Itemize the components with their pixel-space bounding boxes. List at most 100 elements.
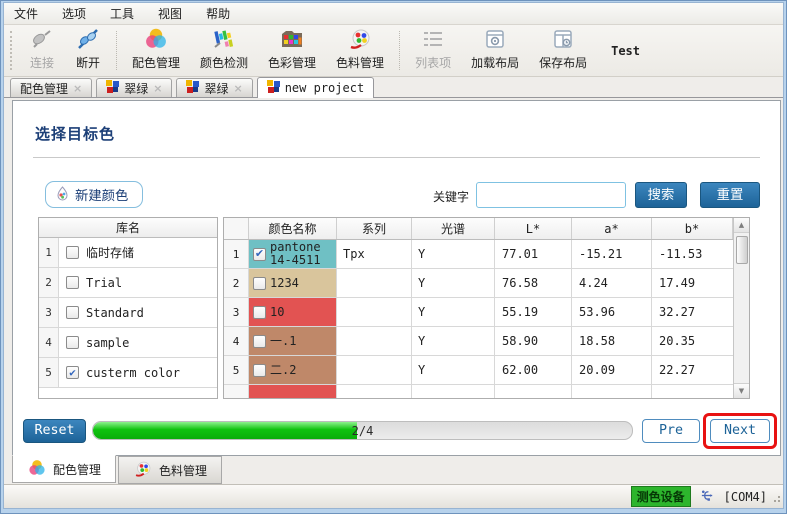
pre-button[interactable]: Pre bbox=[642, 419, 700, 443]
device-status-badge: 测色设备 bbox=[631, 486, 691, 507]
checkbox[interactable] bbox=[253, 364, 266, 377]
load-layout-button[interactable]: 加载布局 bbox=[461, 25, 529, 76]
checkbox[interactable] bbox=[66, 366, 79, 379]
library-name: custerm color bbox=[86, 366, 180, 380]
L-value: 55.19 bbox=[495, 298, 572, 326]
connect-button[interactable]: 连接 bbox=[19, 25, 65, 76]
next-button[interactable]: Next bbox=[710, 419, 770, 443]
row-number bbox=[224, 385, 249, 399]
checkbox[interactable] bbox=[253, 306, 266, 319]
app-window: 文件 选项 工具 视图 帮助 连接 断开 配色管理 bbox=[0, 0, 787, 514]
library-name: Trial bbox=[86, 276, 122, 290]
tab-label: 翠绿 bbox=[124, 80, 148, 97]
table-row[interactable]: 1 临时存储 bbox=[39, 238, 217, 268]
new-color-button[interactable]: 新建颜色 bbox=[45, 181, 143, 208]
table-row[interactable]: 4 一.1 Y 58.90 18.58 20.35 bbox=[224, 327, 749, 356]
table-row[interactable]: 5 custerm color bbox=[39, 358, 217, 388]
table-row[interactable]: 1 pantone 14-4511 Tpx Y 77.01 -15.21 -11… bbox=[224, 240, 749, 269]
table-row[interactable]: 3 Standard bbox=[39, 298, 217, 328]
a-value: 20.09 bbox=[572, 356, 652, 384]
table-row[interactable]: 2 Trial bbox=[39, 268, 217, 298]
save-layout-button[interactable]: 保存布局 bbox=[529, 25, 597, 76]
scrollbar-thumb[interactable] bbox=[736, 236, 748, 264]
layout-save-icon bbox=[550, 26, 576, 52]
checkbox[interactable] bbox=[66, 306, 79, 319]
colorant-management-button[interactable]: 色料管理 bbox=[326, 25, 394, 76]
color-swatch-cell[interactable]: 1234 bbox=[249, 269, 337, 297]
table-row[interactable]: 5 二.2 Y 62.00 20.09 22.27 bbox=[224, 356, 749, 385]
color-swatch-cell[interactable]: 10 bbox=[249, 298, 337, 326]
color-swatch-cell[interactable]: 二.2 bbox=[249, 356, 337, 384]
list-icon bbox=[420, 26, 446, 52]
scroll-down-icon[interactable]: ▼ bbox=[734, 383, 750, 398]
vertical-scrollbar[interactable]: ▲ ▼ bbox=[733, 218, 749, 398]
menu-view[interactable]: 视图 bbox=[158, 5, 182, 22]
checkbox[interactable] bbox=[66, 276, 79, 289]
toolbar-item-label: 断开 bbox=[76, 54, 100, 71]
tab-cuilv-2[interactable]: 翠绿 × bbox=[176, 78, 252, 97]
color-swatch-cell bbox=[249, 385, 337, 399]
color-management-button[interactable]: 色彩管理 bbox=[258, 25, 326, 76]
resize-grip[interactable] bbox=[771, 492, 781, 506]
toolbar-item-label: 色彩管理 bbox=[268, 54, 316, 71]
tab-cuilv-1[interactable]: 翠绿 × bbox=[96, 78, 172, 97]
bottom-tab-bar: 配色管理 色料管理 bbox=[12, 456, 773, 486]
cmy-circles-icon bbox=[143, 26, 169, 52]
color-swatch-cell[interactable]: 一.1 bbox=[249, 327, 337, 355]
list-items-button[interactable]: 列表项 bbox=[405, 25, 461, 76]
disconnect-button[interactable]: 断开 bbox=[65, 25, 111, 76]
reset-cn-button[interactable]: 重置 bbox=[700, 182, 760, 208]
document-tab-bar: 配色管理 × 翠绿 × 翠绿 × new project bbox=[4, 77, 783, 98]
search-button[interactable]: 搜索 bbox=[635, 182, 687, 208]
close-icon[interactable]: × bbox=[153, 82, 162, 95]
bottom-tab-colorant[interactable]: 色料管理 bbox=[118, 456, 222, 484]
library-table: 库名 1 临时存储 2 Trial 3 Standard 4 sample 5 … bbox=[38, 217, 218, 399]
toolbar-grip bbox=[10, 31, 15, 70]
a-value: 4.24 bbox=[572, 269, 652, 297]
checkbox[interactable] bbox=[253, 248, 266, 261]
header-spectrum: 光谱 bbox=[412, 218, 495, 239]
checkbox[interactable] bbox=[66, 336, 79, 349]
row-number: 2 bbox=[224, 269, 249, 297]
row-number: 2 bbox=[39, 268, 59, 297]
menu-help[interactable]: 帮助 bbox=[206, 5, 230, 22]
table-row[interactable]: 4 sample bbox=[39, 328, 217, 358]
close-icon[interactable]: × bbox=[233, 82, 242, 95]
close-icon[interactable]: × bbox=[73, 82, 82, 95]
page-title: 选择目标色 bbox=[35, 123, 115, 144]
a-value bbox=[572, 385, 652, 399]
color-matching-button[interactable]: 配色管理 bbox=[122, 25, 190, 76]
color-table: 颜色名称 系列 光谱 L* a* b* 1 pantone 14-4511 Tp… bbox=[223, 217, 750, 399]
tab-label: 翠绿 bbox=[204, 80, 228, 97]
header-a: a* bbox=[572, 218, 652, 239]
keyword-input[interactable] bbox=[476, 182, 626, 208]
table-row-partial bbox=[224, 385, 749, 399]
color-bars-icon bbox=[211, 26, 237, 52]
color-swatch-cell[interactable]: pantone 14-4511 bbox=[249, 240, 337, 268]
tab-label: 配色管理 bbox=[20, 80, 68, 97]
scroll-up-icon[interactable]: ▲ bbox=[734, 218, 749, 233]
checkbox[interactable] bbox=[66, 246, 79, 259]
menu-tools[interactable]: 工具 bbox=[110, 5, 134, 22]
paint-ball-icon bbox=[133, 459, 153, 482]
tab-color-matching[interactable]: 配色管理 × bbox=[10, 78, 92, 97]
bottom-tab-color-matching[interactable]: 配色管理 bbox=[12, 455, 116, 483]
color-detection-button[interactable]: 颜色检测 bbox=[190, 25, 258, 76]
b-value: 32.27 bbox=[652, 298, 734, 326]
com-port-label: [COM4] bbox=[724, 490, 767, 504]
table-row[interactable]: 2 1234 Y 76.58 4.24 17.49 bbox=[224, 269, 749, 298]
library-name: sample bbox=[86, 336, 129, 350]
tab-new-project[interactable]: new project bbox=[257, 77, 374, 98]
table-row[interactable]: 3 10 Y 55.19 53.96 32.27 bbox=[224, 298, 749, 327]
checkbox[interactable] bbox=[253, 335, 266, 348]
series-value bbox=[337, 269, 412, 297]
row-number: 5 bbox=[224, 356, 249, 384]
puzzle-icon bbox=[267, 80, 280, 96]
test-label: Test bbox=[611, 44, 640, 58]
row-number: 4 bbox=[39, 328, 59, 357]
menu-options[interactable]: 选项 bbox=[62, 5, 86, 22]
menu-file[interactable]: 文件 bbox=[14, 5, 38, 22]
checkbox[interactable] bbox=[253, 277, 266, 290]
menu-bar: 文件 选项 工具 视图 帮助 bbox=[4, 3, 783, 25]
reset-button[interactable]: Reset bbox=[23, 419, 86, 443]
